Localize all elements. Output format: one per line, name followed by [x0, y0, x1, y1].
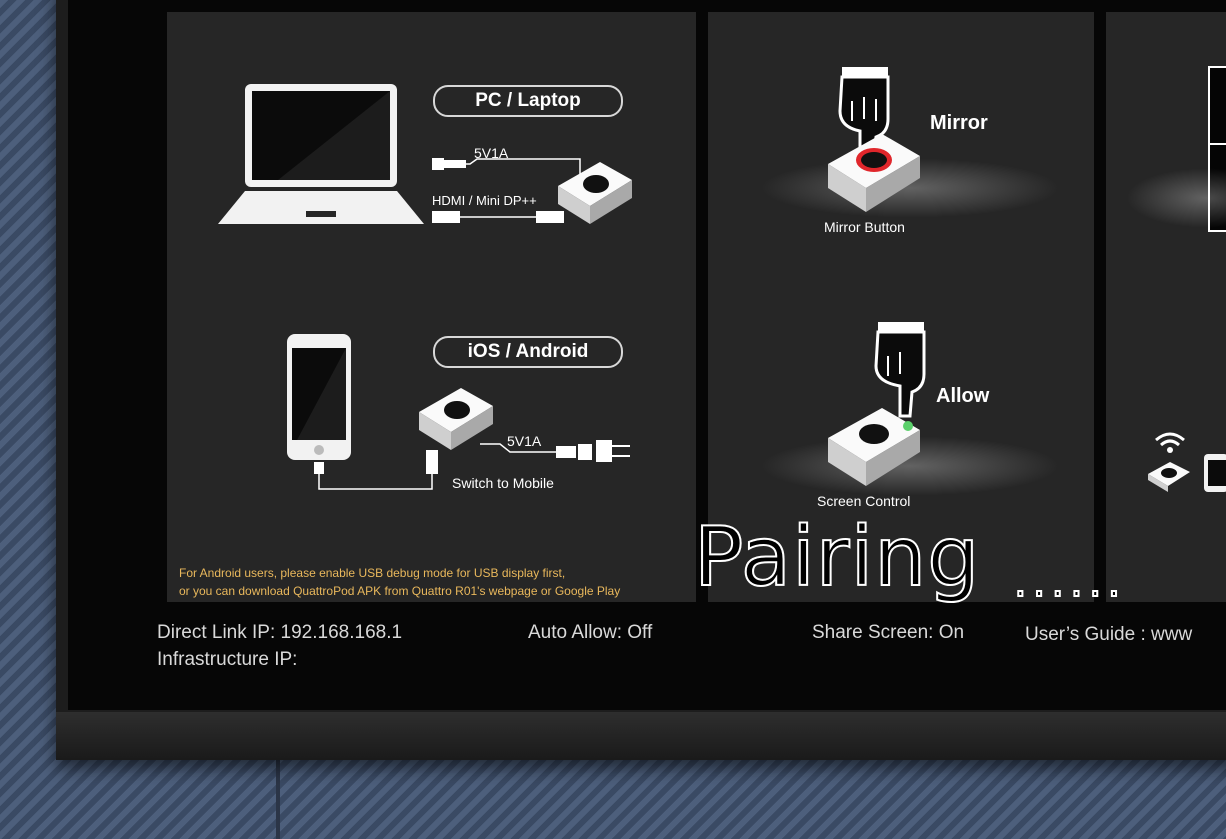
direct-link-ip: Direct Link IP: 192.168.168.1	[157, 622, 403, 643]
mirror-button-label: Mirror Button	[824, 219, 905, 235]
mirror-label: Mirror	[930, 112, 988, 134]
hdmi-cable-icon	[432, 211, 564, 223]
mobile-power-label: 5V1A	[507, 433, 542, 449]
ios-android-label: iOS / Android	[467, 341, 589, 362]
auto-allow-status: Auto Allow: Off	[528, 622, 653, 643]
hand-point-icon	[874, 322, 926, 418]
switch-to-mobile-label: Switch to Mobile	[452, 475, 554, 491]
laptop-icon	[218, 84, 424, 224]
screen-control-label: Screen Control	[817, 493, 911, 509]
share-screen-status: Share Screen: On	[812, 622, 965, 643]
mobile-usb-cable-icon	[314, 450, 438, 490]
wifi-device-icon	[1148, 432, 1226, 492]
pc-laptop-label: PC / Laptop	[475, 90, 581, 111]
allow-label: Allow	[936, 385, 990, 407]
allow-device-icon	[828, 408, 920, 486]
android-note-line1: For Android users, please enable USB deb…	[179, 566, 566, 580]
pc-video-label: HDMI / Mini DP++	[432, 193, 537, 208]
infrastructure-ip: Infrastructure IP:	[157, 649, 298, 670]
tv-chin	[56, 712, 1226, 760]
wall-seam	[276, 760, 280, 839]
pairing-dots: ......	[1013, 559, 1127, 607]
power-adapter-icon	[480, 440, 630, 462]
android-note-line2: or you can download QuattroPod APK from …	[179, 584, 621, 598]
users-guide-link: User’s Guide : www	[1025, 624, 1193, 645]
ios-android-pill: iOS / Android	[433, 336, 623, 368]
mirror-device-icon	[828, 134, 920, 212]
pc-laptop-pill: PC / Laptop	[433, 85, 623, 117]
pairing-text: Pairing	[693, 509, 981, 606]
quattropod-device-icon	[558, 162, 632, 224]
smartphone-icon	[287, 334, 351, 460]
